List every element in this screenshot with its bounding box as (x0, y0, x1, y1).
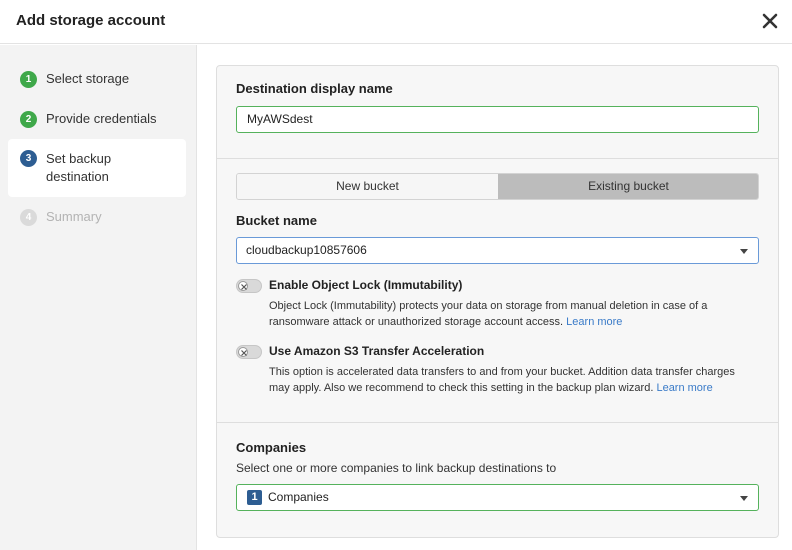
transfer-acceleration-learn-more-link[interactable]: Learn more (656, 382, 712, 394)
settings-card: Destination display name MyAWSdest New b… (216, 65, 779, 538)
step-label-line2: destination (46, 169, 109, 184)
description-line: Object Lock (Immutability) protects your… (269, 300, 708, 312)
object-lock-learn-more-link[interactable]: Learn more (566, 316, 622, 328)
transfer-acceleration-description: This option is accelerated data transfer… (269, 364, 764, 396)
companies-select-label: Companies (268, 490, 329, 504)
bucket-mode-switch: New bucket Existing bucket (236, 173, 759, 200)
companies-subtitle: Select one or more companies to link bac… (236, 461, 557, 475)
main-content: Destination display name MyAWSdest New b… (197, 45, 792, 550)
step-set-backup-destination[interactable]: 3 Set backup destination (8, 139, 186, 197)
bucket-name-select[interactable]: cloudbackup10857606 (236, 237, 759, 264)
step-provide-credentials[interactable]: 2 Provide credentials (8, 105, 186, 135)
companies-heading: Companies (236, 440, 307, 455)
step-number: 2 (20, 111, 37, 128)
transfer-acceleration-title: Use Amazon S3 Transfer Acceleration (269, 344, 485, 358)
wizard-steps: 1 Select storage 2 Provide credentials 3… (0, 45, 197, 550)
destination-name-heading: Destination display name (236, 81, 393, 96)
new-bucket-option[interactable]: New bucket (237, 174, 498, 199)
dialog-header: Add storage account (0, 0, 792, 44)
chevron-down-icon (740, 249, 748, 254)
transfer-acceleration-toggle[interactable] (236, 345, 262, 359)
chevron-down-icon (740, 496, 748, 501)
dialog-title: Add storage account (16, 12, 166, 29)
close-icon[interactable] (756, 7, 784, 35)
step-number: 3 (20, 150, 37, 167)
object-lock-toggle[interactable] (236, 279, 262, 293)
description-line: This option is accelerated data transfer… (269, 366, 735, 378)
object-lock-description: Object Lock (Immutability) protects your… (269, 298, 764, 330)
step-label: Summary (46, 209, 102, 224)
description-line: ransomware attack or unauthorized storag… (269, 316, 564, 328)
step-number: 4 (20, 209, 37, 226)
step-summary: 4 Summary (8, 203, 186, 233)
x-icon (238, 347, 248, 357)
divider (217, 422, 778, 423)
step-label: Select storage (46, 71, 130, 86)
bucket-name-value: cloudbackup10857606 (246, 243, 367, 257)
existing-bucket-option[interactable]: Existing bucket (498, 174, 758, 199)
destination-name-input[interactable]: MyAWSdest (236, 106, 759, 133)
step-number: 1 (20, 71, 37, 88)
divider (217, 158, 778, 159)
object-lock-title: Enable Object Lock (Immutability) (269, 278, 463, 292)
companies-select[interactable]: 1 Companies (236, 484, 759, 511)
step-label: Provide credentials (46, 111, 157, 126)
companies-count-badge: 1 (247, 490, 262, 505)
step-select-storage[interactable]: 1 Select storage (8, 65, 186, 95)
bucket-name-heading: Bucket name (236, 213, 317, 228)
step-label-line1: Set backup (46, 151, 112, 166)
description-line: may apply. Also we recommend to check th… (269, 382, 654, 394)
x-icon (238, 281, 248, 291)
